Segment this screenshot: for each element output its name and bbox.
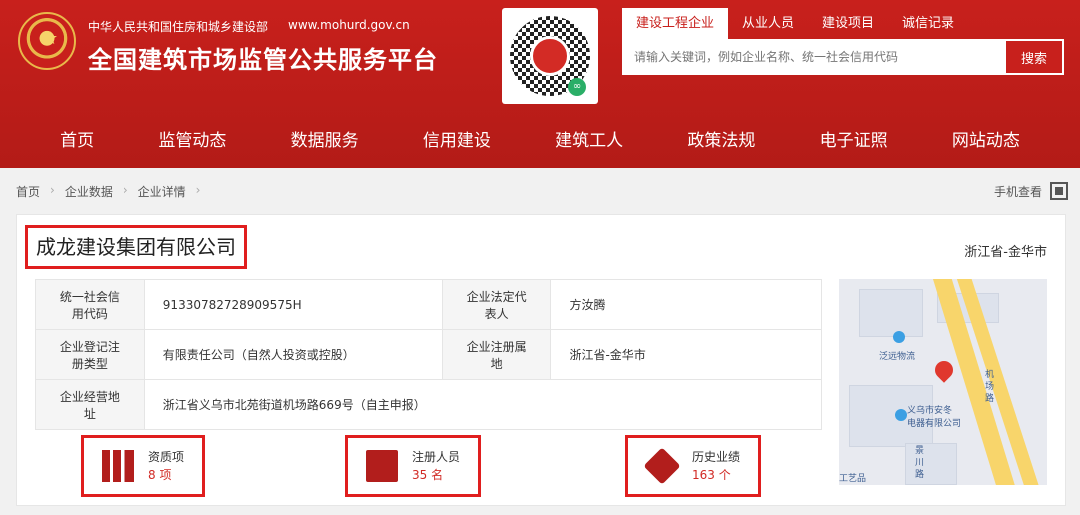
site-title: 全国建筑市场监管公共服务平台 bbox=[88, 46, 438, 74]
nav-home[interactable]: 首页 bbox=[60, 118, 94, 164]
registered-place-value: 浙江省-金华市 bbox=[550, 329, 822, 380]
location-map[interactable]: 泛远物流 义乌市安冬 电器有限公司 机场路 景川路 工艺品 bbox=[839, 279, 1047, 485]
map-poi-icon bbox=[895, 409, 907, 421]
layers-icon bbox=[643, 447, 681, 485]
mobile-view-label: 手机查看 bbox=[993, 184, 1042, 199]
business-address-value: 浙江省义乌市北苑街道机场路669号（自主申报） bbox=[143, 379, 823, 430]
registration-type-label: 企业登记注册类型 bbox=[35, 329, 145, 380]
mobile-view-link[interactable]: 手机查看 bbox=[994, 182, 1068, 200]
legal-representative-label: 企业法定代表人 bbox=[441, 279, 552, 330]
registered-personnel-count: 35 名 bbox=[412, 468, 444, 482]
registration-type-value: 有限责任公司（自然人投资或控股） bbox=[143, 329, 443, 380]
historical-performance-label: 历史业绩 bbox=[692, 450, 741, 464]
chevron-right-icon: › bbox=[122, 183, 128, 197]
map-label-logistics: 泛远物流 bbox=[879, 352, 916, 362]
search-box: 搜索 bbox=[622, 39, 1064, 75]
nav-policies[interactable]: 政策法规 bbox=[687, 118, 755, 164]
breadcrumb-home[interactable]: 首页 bbox=[16, 183, 40, 200]
nav-regulation-news[interactable]: 监管动态 bbox=[158, 118, 226, 164]
id-card-icon bbox=[366, 450, 398, 482]
business-address-label: 企业经营地址 bbox=[35, 379, 145, 430]
mini-program-qr-code: ∞ bbox=[502, 8, 598, 104]
breadcrumb: 首页 › 企业数据 › 企业详情 › bbox=[16, 183, 200, 200]
nav-data-services[interactable]: 数据服务 bbox=[291, 118, 359, 164]
site-domain[interactable]: www.mohurd.gov.cn bbox=[288, 18, 410, 32]
chevron-right-icon: › bbox=[195, 183, 201, 197]
tab-personnel[interactable]: 从业人员 bbox=[728, 8, 808, 39]
map-pin-icon bbox=[931, 357, 957, 383]
link-icon: ∞ bbox=[568, 78, 586, 96]
map-poi-icon bbox=[893, 331, 905, 343]
tab-credit-records[interactable]: 诚信记录 bbox=[888, 8, 968, 39]
nav-site-news[interactable]: 网站动态 bbox=[952, 118, 1020, 164]
map-label-airport-road: 机场路 bbox=[985, 370, 995, 404]
company-region: 浙江省-金华市 bbox=[964, 245, 1047, 260]
search-tabs: 建设工程企业 从业人员 建设项目 诚信记录 bbox=[622, 8, 968, 39]
nav-electronic-certificates[interactable]: 电子证照 bbox=[820, 118, 888, 164]
main-nav: 首页 监管动态 数据服务 信用建设 建筑工人 政策法规 电子证照 网站动态 bbox=[0, 118, 1080, 164]
search-input[interactable] bbox=[622, 39, 1004, 75]
historical-performance-stat[interactable]: 历史业绩 163 个 bbox=[625, 435, 762, 497]
ministry-subtitle: 中华人民共和国住房和城乡建设部 bbox=[88, 20, 269, 34]
map-label-appliance-company: 义乌市安冬 电器有限公司 bbox=[907, 406, 962, 429]
credit-code-value: 91330782728909575H bbox=[143, 279, 443, 330]
registered-personnel-label: 注册人员 bbox=[412, 450, 461, 464]
national-emblem-icon: ★ bbox=[18, 12, 76, 70]
qualification-stat[interactable]: 资质项 8 项 bbox=[81, 435, 206, 497]
qualification-count: 8 项 bbox=[148, 468, 172, 482]
nav-construction-workers[interactable]: 建筑工人 bbox=[555, 118, 623, 164]
nav-credit-building[interactable]: 信用建设 bbox=[423, 118, 491, 164]
breadcrumb-enterprise-detail: 企业详情 bbox=[137, 185, 186, 199]
breadcrumb-enterprise-data[interactable]: 企业数据 bbox=[65, 183, 113, 200]
tab-projects[interactable]: 建设项目 bbox=[808, 8, 888, 39]
registered-personnel-stat[interactable]: 注册人员 35 名 bbox=[345, 435, 482, 497]
company-info-table: 统一社会信用代码 91330782728909575H 企业法定代表人 方汝腾 … bbox=[35, 279, 823, 430]
site-header: ★ 中华人民共和国住房和城乡建设部 www.mohurd.gov.cn 全国建筑… bbox=[0, 0, 1080, 168]
company-detail-card: 成龙建设集团有限公司 浙江省-金华市 统一社会信用代码 913307827289… bbox=[16, 214, 1066, 506]
building-icon bbox=[530, 36, 570, 76]
map-label-crafts: 工艺品 bbox=[839, 474, 867, 484]
historical-performance-count: 163 个 bbox=[692, 468, 731, 482]
qr-code-icon bbox=[1050, 182, 1068, 200]
search-button[interactable]: 搜索 bbox=[1006, 41, 1062, 73]
building-chart-icon bbox=[102, 450, 134, 482]
company-name: 成龙建设集团有限公司 bbox=[25, 225, 247, 269]
legal-representative-value: 方汝腾 bbox=[550, 279, 822, 330]
chevron-right-icon: › bbox=[50, 183, 55, 197]
credit-code-label: 统一社会信用代码 bbox=[35, 279, 145, 330]
tab-enterprise[interactable]: 建设工程企业 bbox=[622, 8, 729, 39]
qualification-label: 资质项 bbox=[148, 450, 185, 464]
registered-place-label: 企业注册属地 bbox=[441, 329, 552, 380]
map-label-jingchuan-road: 景川路 bbox=[915, 446, 925, 480]
